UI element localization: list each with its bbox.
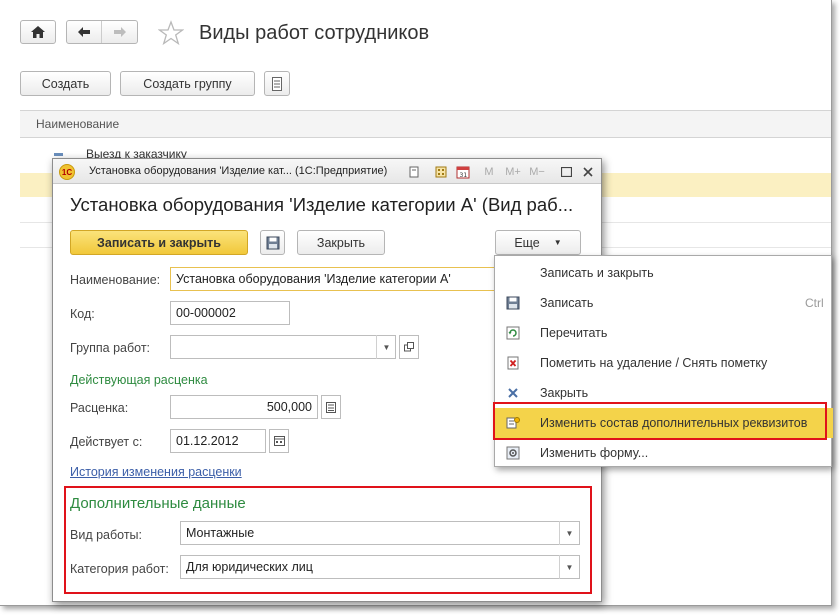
menu-item-change-form[interactable]: Изменить форму...: [495, 438, 833, 468]
code-label: Код:: [70, 307, 95, 321]
save-icon: [506, 296, 520, 310]
close-button[interactable]: Закрыть: [297, 230, 385, 255]
arrow-right-icon: [113, 27, 126, 37]
forward-button[interactable]: [102, 21, 137, 43]
name-label: Наименование:: [70, 273, 161, 287]
group-open-button[interactable]: [399, 335, 419, 359]
name-input[interactable]: Установка оборудования 'Изделие категори…: [170, 267, 496, 291]
form-settings-icon: [506, 446, 520, 460]
rate-calculator-button[interactable]: [321, 395, 341, 419]
app-logo-icon: 1С: [59, 164, 75, 180]
home-button[interactable]: [20, 20, 56, 44]
highlight-additional-data: [64, 486, 592, 594]
valid-from-input[interactable]: 01.12.2012: [170, 429, 266, 453]
chevron-down-icon: ▼: [553, 238, 562, 247]
svg-text:31: 31: [460, 172, 468, 179]
dialog-window-title: Установка оборудования 'Изделие кат... (…: [89, 165, 388, 177]
calendar-icon[interactable]: 31: [455, 164, 471, 180]
dialog-titlebar[interactable]: 1С Установка оборудования 'Изделие кат..…: [53, 159, 601, 184]
delete-mark-icon: [507, 356, 519, 370]
memory-minus-icon[interactable]: M−: [529, 164, 545, 180]
column-header-name[interactable]: Наименование: [20, 110, 831, 138]
open-icon: [404, 342, 414, 352]
list-settings-button[interactable]: [264, 71, 290, 96]
memory-plus-icon[interactable]: M+: [505, 164, 521, 180]
back-button[interactable]: [67, 21, 103, 43]
close-icon: [508, 388, 518, 398]
create-group-button[interactable]: Создать группу: [120, 71, 255, 96]
calculator-icon[interactable]: [433, 164, 449, 180]
create-button[interactable]: Создать: [20, 71, 111, 96]
menu-item-mark-deletion[interactable]: Пометить на удаление / Снять пометку: [495, 348, 833, 378]
group-label: Группа работ:: [70, 341, 151, 355]
arrow-left-icon: [78, 27, 90, 37]
rate-section-title: Действующая расценка: [70, 373, 208, 387]
link-icon[interactable]: [406, 164, 422, 180]
menu-item-save[interactable]: Записать Ctrl: [495, 288, 833, 318]
date-picker-button[interactable]: [269, 429, 289, 453]
collapse-icon[interactable]: [54, 153, 63, 156]
save-button[interactable]: [260, 230, 285, 255]
calculator-icon: [326, 401, 336, 413]
valid-from-label: Действует с:: [70, 435, 143, 449]
close-window-icon[interactable]: [580, 164, 596, 180]
home-icon: [31, 26, 45, 38]
nav-group: [66, 20, 138, 44]
calendar-icon: [273, 436, 285, 446]
maximize-icon[interactable]: [558, 164, 574, 180]
list-icon: [272, 76, 282, 91]
more-button[interactable]: Еще ▼: [495, 230, 581, 255]
floppy-icon: [266, 236, 279, 249]
rate-label: Расценка:: [70, 401, 129, 415]
rate-input[interactable]: 500,000: [170, 395, 318, 419]
page-title: Виды работ сотрудников: [199, 22, 430, 44]
code-input[interactable]: 00-000002: [170, 301, 290, 325]
highlight-menu-item: [493, 402, 827, 440]
save-and-close-button[interactable]: Записать и закрыть: [70, 230, 248, 255]
menu-item-save-and-close[interactable]: Записать и закрыть: [495, 258, 833, 288]
save-shortcut: Ctrl: [805, 296, 824, 310]
favorite-star-icon[interactable]: [158, 20, 184, 46]
form-title: Установка оборудования 'Изделие категори…: [70, 194, 574, 215]
refresh-icon: [506, 326, 520, 340]
memory-m-icon[interactable]: M: [481, 164, 497, 180]
menu-item-reread[interactable]: Перечитать: [495, 318, 833, 348]
more-label: Еще: [514, 235, 540, 250]
group-input[interactable]: [170, 335, 396, 359]
group-dropdown-button[interactable]: ▼: [376, 335, 396, 359]
rate-history-link[interactable]: История изменения расценки: [70, 465, 242, 479]
